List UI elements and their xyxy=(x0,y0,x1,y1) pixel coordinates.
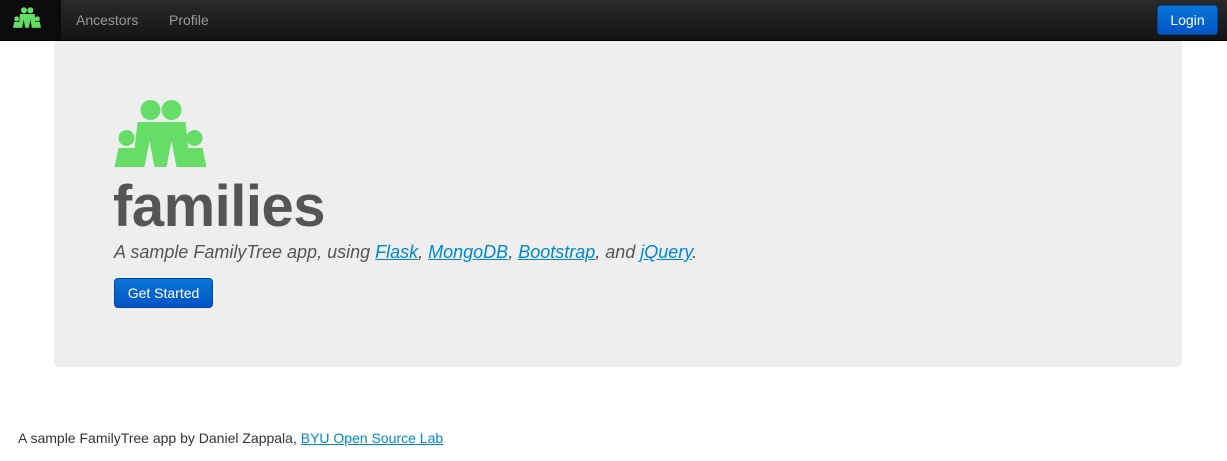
page-title: families xyxy=(113,174,326,239)
flask-link[interactable]: Flask xyxy=(375,242,418,262)
family-icon xyxy=(13,7,41,28)
nav-item-ancestors[interactable]: Ancestors xyxy=(76,11,138,29)
family-icon xyxy=(114,100,207,167)
mongodb-link[interactable]: MongoDB xyxy=(428,242,508,262)
hero-unit: families A sample FamilyTree app, using … xyxy=(54,41,1182,367)
jquery-link[interactable]: jQuery xyxy=(640,242,692,262)
get-started-button[interactable]: Get Started xyxy=(114,278,213,308)
tagline-prefix: A sample FamilyTree app, using xyxy=(114,242,376,262)
tagline-separator: , xyxy=(508,242,519,262)
bootstrap-link[interactable]: Bootstrap xyxy=(518,242,595,262)
tagline-separator: , xyxy=(418,242,429,262)
hero-tagline: A sample FamilyTree app, using Flask, Mo… xyxy=(114,241,697,263)
tagline-separator: , and xyxy=(595,242,641,262)
brand-link[interactable] xyxy=(0,0,61,40)
login-button[interactable]: Login xyxy=(1157,5,1218,35)
tagline-suffix: . xyxy=(691,242,697,262)
footer: A sample FamilyTree app by Daniel Zappal… xyxy=(18,429,443,447)
footer-lab-link[interactable]: BYU Open Source Lab xyxy=(301,430,443,446)
nav-item-profile[interactable]: Profile xyxy=(169,11,209,29)
footer-text: A sample FamilyTree app by Daniel Zappal… xyxy=(18,430,301,446)
top-navbar: Ancestors Profile Login xyxy=(0,0,1227,41)
